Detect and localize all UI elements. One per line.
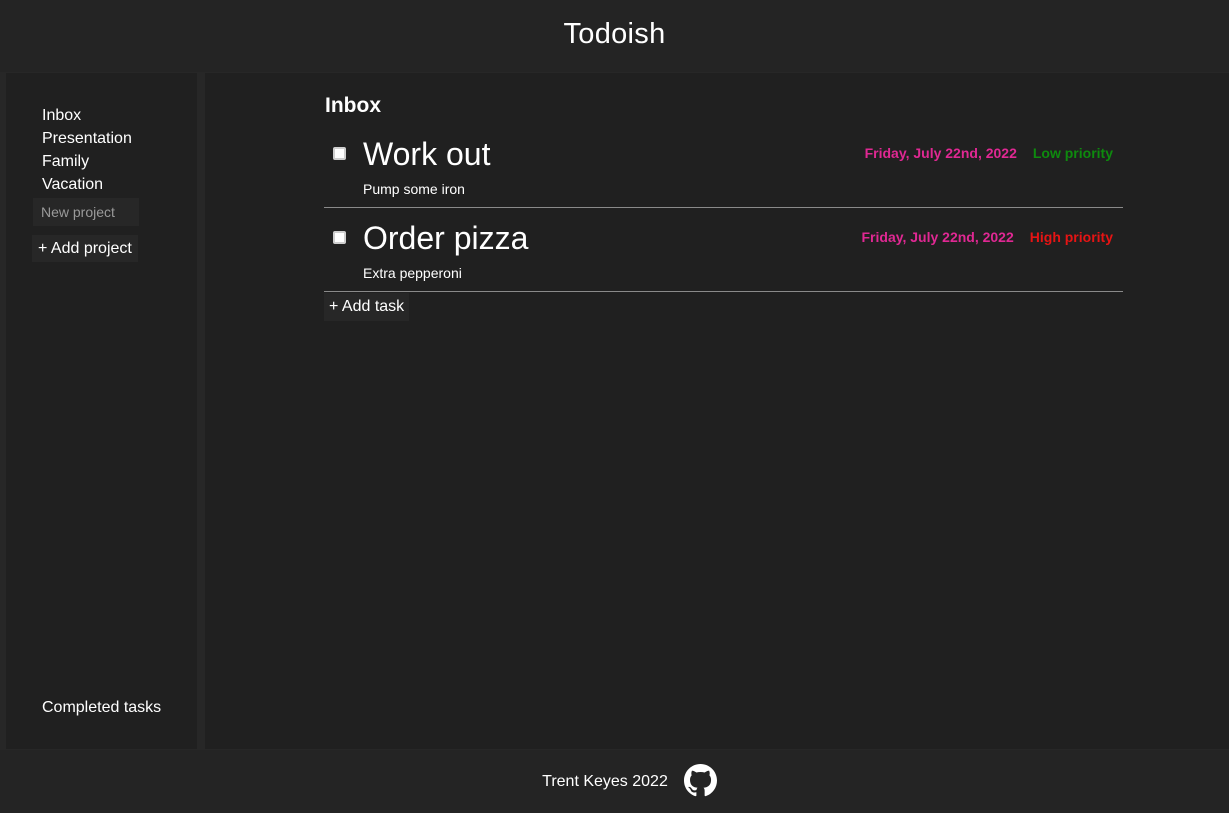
task-priority: High priority — [1029, 229, 1113, 245]
completed-tasks-link[interactable]: Completed tasks — [42, 697, 161, 719]
main-panel: Inbox Work out Pump some iron Friday, Ju… — [205, 73, 1229, 749]
task-priority: Low priority — [1032, 145, 1113, 161]
page-title: Inbox — [325, 94, 381, 117]
project-list: Inbox Presentation Family Vacation — [42, 104, 132, 196]
task-checkbox[interactable] — [333, 147, 346, 160]
sidebar: Inbox Presentation Family Vacation + Add… — [6, 73, 197, 749]
task-title: Work out — [363, 136, 491, 172]
sidebar-item-vacation[interactable]: Vacation — [42, 173, 132, 196]
task-meta: Friday, July 22nd, 2022 Low priority — [865, 145, 1113, 161]
task-description: Extra pepperoni — [363, 265, 462, 281]
new-project-input[interactable] — [33, 198, 139, 226]
footer: Trent Keyes 2022 — [0, 750, 1229, 813]
sidebar-item-presentation[interactable]: Presentation — [42, 127, 132, 150]
task-title: Order pizza — [363, 220, 529, 256]
sidebar-item-inbox[interactable]: Inbox — [42, 104, 132, 127]
task-description: Pump some iron — [363, 181, 465, 197]
task-item: Work out Pump some iron Friday, July 22n… — [324, 124, 1123, 208]
footer-credit: Trent Keyes 2022 — [542, 772, 668, 790]
app-header: Todoish — [0, 0, 1229, 72]
github-icon[interactable] — [683, 764, 717, 797]
task-checkbox[interactable] — [333, 231, 346, 244]
sidebar-item-family[interactable]: Family — [42, 150, 132, 173]
task-due-date: Friday, July 22nd, 2022 — [864, 145, 1017, 161]
task-item: Order pizza Extra pepperoni Friday, July… — [324, 208, 1123, 292]
task-meta: Friday, July 22nd, 2022 High priority — [862, 229, 1114, 245]
add-project-button[interactable]: + Add project — [32, 235, 138, 262]
add-task-button[interactable]: + Add task — [324, 293, 410, 321]
app: Todoish Inbox Presentation Family Vacati… — [0, 0, 1229, 813]
task-list: Work out Pump some iron Friday, July 22n… — [324, 124, 1123, 292]
app-title: Todoish — [563, 17, 666, 50]
task-due-date: Friday, July 22nd, 2022 — [861, 229, 1014, 245]
